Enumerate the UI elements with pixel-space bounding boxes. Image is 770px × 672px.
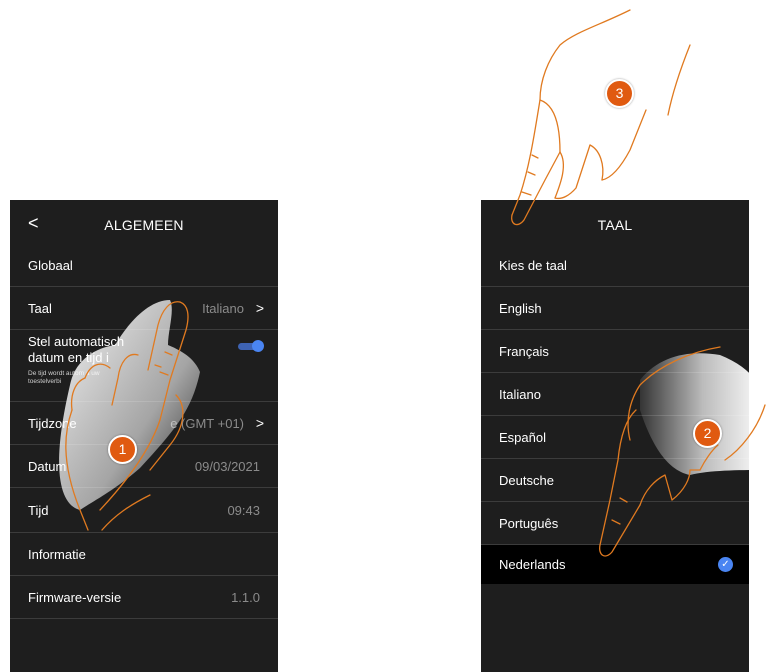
section-informatie: Informatie <box>10 533 278 576</box>
section-globaal: Globaal <box>10 244 278 287</box>
settings-row-auto-datetime[interactable]: Stel automatisch datum en tijd i De tijd… <box>10 330 278 402</box>
language-label: Nederlands <box>499 557 566 572</box>
toggle-knob <box>252 340 264 352</box>
chevron-right-icon: > <box>255 415 264 431</box>
check-circle-icon: ✓ <box>718 557 733 572</box>
row-description: De tijd wordt autom a uw toestelverbi <box>28 370 178 386</box>
row-value: 1.1.0 <box>231 590 260 605</box>
step-badge-2: 2 <box>693 419 722 448</box>
settings-row-language[interactable]: Taal Italiano > <box>10 287 278 330</box>
row-label: Taal <box>28 301 52 316</box>
language-label: English <box>499 301 542 316</box>
hand-icon <box>511 9 691 226</box>
row-label: Firmware-versie <box>28 590 122 605</box>
language-option-french[interactable]: Français <box>481 330 749 373</box>
settings-row-time[interactable]: Tijd 09:43 <box>10 488 278 533</box>
settings-screen-general: < ALGEMEEN Globaal Taal Italiano > Stel … <box>10 200 278 672</box>
settings-row-firmware: Firmware-versie 1.1.0 <box>10 576 278 619</box>
language-option-german[interactable]: Deutsche <box>481 459 749 502</box>
row-label-line: datum en tijd i <box>28 350 109 365</box>
language-label: Italiano <box>499 387 541 402</box>
section-label: Globaal <box>28 258 73 273</box>
row-value: 09:43 <box>227 503 260 518</box>
auto-datetime-toggle[interactable] <box>236 340 264 352</box>
row-label: Stel automatisch datum en tijd i <box>28 334 124 366</box>
row-value: e (GMT +01) <box>170 416 244 431</box>
section-choose-language: Kies de taal <box>481 244 749 287</box>
section-label: Kies de taal <box>499 258 567 273</box>
language-label: Deutsche <box>499 473 554 488</box>
page-title: ALGEMEEN <box>104 217 184 233</box>
row-value: Italiano <box>202 301 244 316</box>
language-option-dutch[interactable]: Nederlands ✓ <box>481 545 749 584</box>
language-option-english[interactable]: English <box>481 287 749 330</box>
language-label: Español <box>499 430 546 445</box>
row-value: 09/03/2021 <box>194 459 260 474</box>
row-description-line: De tijd wordt autom a uw <box>28 370 100 377</box>
row-label: Tijd <box>28 503 49 518</box>
step-badge-1: 1 <box>108 435 137 464</box>
step-badge-3: 3 <box>605 79 634 108</box>
row-label: Tijdzone <box>28 416 77 431</box>
settings-row-date[interactable]: Datum 09/03/2021 <box>10 445 278 488</box>
chevron-right-icon: > <box>255 300 264 316</box>
language-label: Français <box>499 344 549 359</box>
section-label: Informatie <box>28 547 86 562</box>
row-description-line: toestelverbi <box>28 378 62 385</box>
settings-row-timezone[interactable]: Tijdzone e (GMT +01) > <box>10 402 278 445</box>
language-option-portuguese[interactable]: Português <box>481 502 749 545</box>
language-option-italian[interactable]: Italiano <box>481 373 749 416</box>
row-label-line: Stel automatisch <box>28 334 125 349</box>
language-label: Português <box>499 516 559 531</box>
page-title: TAAL <box>597 217 633 233</box>
row-label: Datum <box>28 459 67 474</box>
